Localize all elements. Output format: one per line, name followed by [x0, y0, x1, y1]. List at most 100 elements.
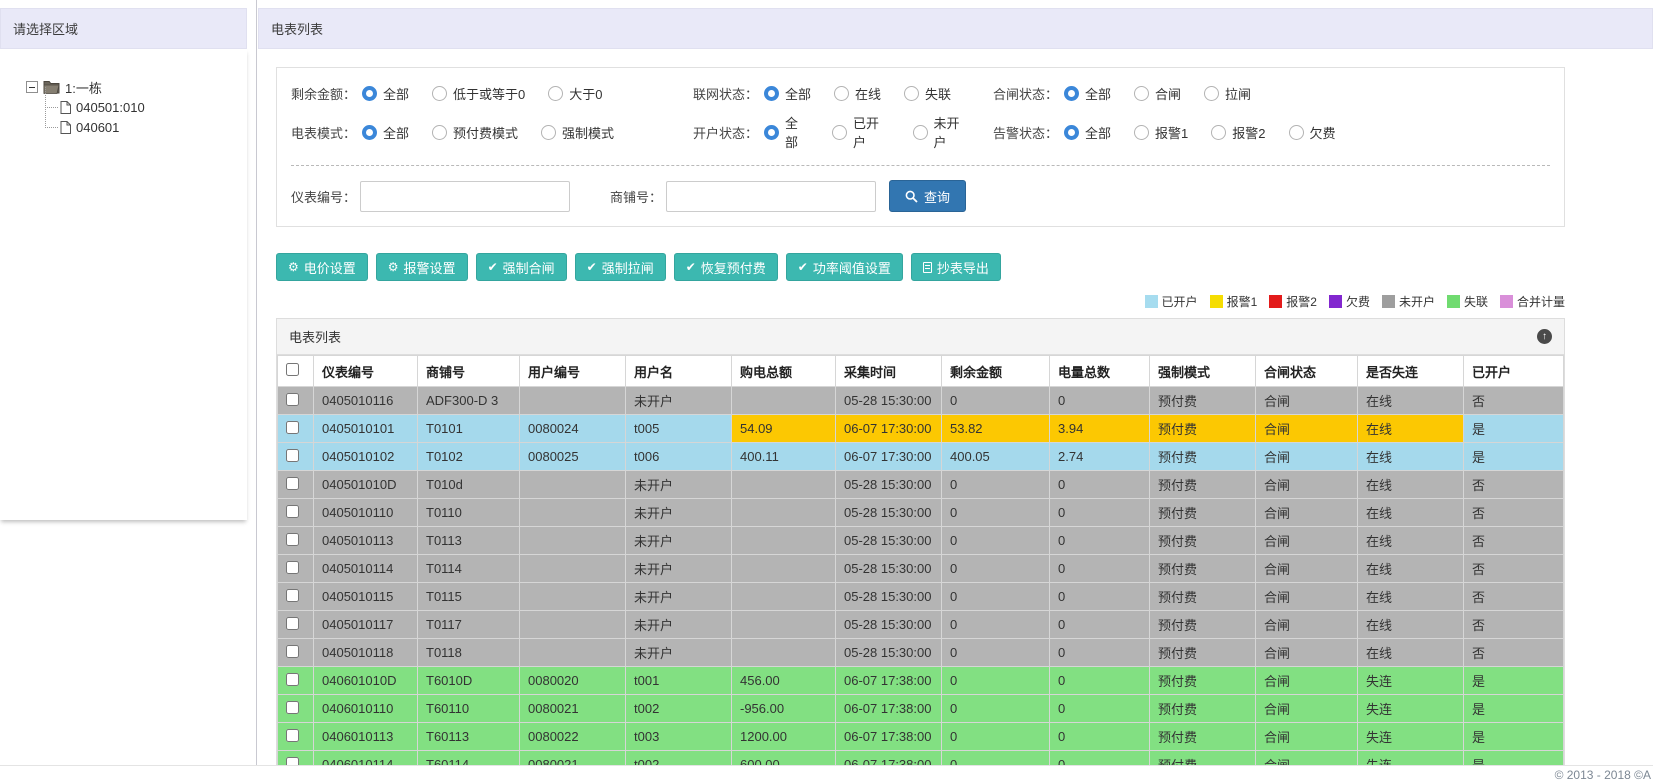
radio-icon[interactable]	[1134, 124, 1150, 140]
radio-icon[interactable]	[362, 124, 378, 140]
meter-no-input[interactable]	[360, 180, 571, 212]
table-cell: 0405010114	[313, 554, 418, 583]
radio-icon[interactable]	[1134, 86, 1150, 101]
radio-label: 合闸	[1155, 87, 1182, 102]
table-cell	[731, 498, 836, 527]
radio-alarm-status-1[interactable]: 报警1	[1134, 123, 1188, 142]
filter-divider	[291, 165, 1550, 166]
collapse-panel-icon[interactable]: ↑	[1537, 329, 1552, 344]
legend-swatch	[1269, 295, 1283, 308]
tree-collapse-icon[interactable]	[26, 81, 38, 93]
tree-node[interactable]: 040601	[44, 107, 247, 137]
row-checkbox[interactable]	[286, 672, 299, 686]
radio-gate-status-0[interactable]: 全部	[1064, 84, 1111, 103]
select-all-checkbox[interactable]	[286, 363, 299, 376]
radio-gate-status-2[interactable]: 拉闸	[1204, 84, 1251, 103]
tree-root-node[interactable]: 1:一栋	[26, 77, 247, 97]
action-button-label: 抄表导出	[936, 260, 989, 276]
radio-meter-mode-2[interactable]: 强制模式	[541, 123, 614, 142]
row-checkbox[interactable]	[286, 420, 299, 434]
row-checkbox[interactable]	[286, 560, 299, 574]
radio-icon[interactable]	[1064, 86, 1080, 101]
radio-icon[interactable]	[548, 86, 564, 101]
copyright-text: © 2013 - 2018 ©A	[1554, 768, 1651, 782]
radio-icon[interactable]	[832, 124, 848, 140]
action-button-2[interactable]: ✔ 强制合闸	[475, 253, 567, 281]
radio-account-status-0[interactable]: 全部	[764, 113, 809, 151]
radio-alarm-status-3[interactable]: 欠费	[1288, 123, 1336, 142]
radio-icon[interactable]	[764, 124, 780, 140]
row-checkbox[interactable]	[286, 532, 299, 546]
row-checkbox[interactable]	[286, 504, 299, 518]
action-button-5[interactable]: ✔ 功率阈值设置	[785, 253, 903, 281]
row-select-cell	[277, 694, 314, 723]
radio-icon[interactable]	[432, 86, 448, 101]
radio-account-status-2[interactable]: 未开户	[912, 113, 970, 151]
shop-no-input[interactable]	[666, 180, 877, 212]
table-cell: 05-28 15:30:00	[835, 610, 942, 639]
table-cell	[519, 498, 626, 527]
radio-icon[interactable]	[541, 124, 557, 140]
radio-icon[interactable]	[834, 86, 850, 101]
sidebar: 请选择区域 1:一栋 040501:010 040601	[0, 0, 257, 784]
radio-icon[interactable]	[1064, 124, 1080, 140]
row-checkbox[interactable]	[286, 476, 299, 490]
radio-account-status-1[interactable]: 已开户	[832, 113, 889, 151]
radio-icon[interactable]	[904, 86, 920, 101]
row-checkbox[interactable]	[286, 728, 299, 742]
legend-swatch	[1446, 295, 1460, 308]
table-cell: 未开户	[625, 610, 732, 639]
radio-network-status-1[interactable]: 在线	[834, 84, 881, 103]
row-checkbox[interactable]	[286, 644, 299, 658]
table-cell: 400.11	[731, 442, 836, 471]
radio-remaining-amount-2[interactable]: 大于0	[548, 84, 603, 103]
table-cell: 0405010110	[313, 498, 418, 527]
legend-item: 已开户	[1144, 293, 1198, 310]
filter-group-network-status: 联网状态： 全部 在线 失联	[693, 84, 993, 103]
radio-gate-status-1[interactable]: 合闸	[1134, 84, 1181, 103]
row-checkbox[interactable]	[286, 448, 299, 462]
action-button-4[interactable]: ✔ 恢复预付费	[673, 253, 778, 281]
radio-alarm-status-2[interactable]: 报警2	[1211, 123, 1266, 142]
table-cell: 3.94	[1049, 414, 1150, 443]
table-cell: 否	[1463, 470, 1564, 499]
radio-label: 全部	[383, 125, 410, 141]
radio-icon[interactable]	[432, 124, 448, 140]
table-cell: 05-28 15:30:00	[835, 386, 942, 415]
radio-alarm-status-0[interactable]: 全部	[1064, 123, 1111, 142]
radio-meter-mode-1[interactable]: 预付费模式	[432, 123, 518, 142]
radio-icon[interactable]	[1211, 124, 1227, 140]
action-button-6[interactable]: 抄表导出	[910, 253, 1001, 281]
radio-icon[interactable]	[912, 124, 928, 140]
action-button-0[interactable]: ⚙ 电价设置	[276, 253, 368, 281]
legend-swatch	[1209, 295, 1223, 308]
radio-icon[interactable]	[1288, 124, 1304, 140]
action-button-1[interactable]: ⚙ 报警设置	[375, 253, 468, 281]
table-row: 0405010117 T0117 未开户 05-28 15:30:00 0 0 预付费 合闸在…	[277, 610, 1564, 639]
footer: © 2013 - 2018 ©A	[0, 765, 1653, 784]
row-checkbox[interactable]	[286, 392, 299, 406]
radio-remaining-amount-0[interactable]: 全部	[362, 84, 409, 103]
legend-item: 未开户	[1381, 293, 1435, 310]
table-cell: 在线	[1357, 582, 1464, 611]
radio-icon[interactable]	[362, 86, 378, 101]
row-checkbox[interactable]	[286, 700, 299, 714]
row-checkbox[interactable]	[286, 616, 299, 630]
radio-icon[interactable]	[764, 86, 780, 101]
action-button-3[interactable]: ✔ 强制拉闸	[574, 253, 666, 281]
radio-meter-mode-0[interactable]: 全部	[362, 123, 409, 142]
radio-remaining-amount-1[interactable]: 低于或等于0	[432, 84, 525, 103]
radio-label: 拉闸	[1225, 87, 1252, 102]
radio-network-status-2[interactable]: 失联	[904, 84, 951, 103]
tree-node[interactable]: 040501:010	[44, 87, 247, 117]
radio-icon[interactable]	[1204, 86, 1220, 101]
search-button[interactable]: 查询	[889, 180, 967, 212]
row-checkbox[interactable]	[286, 588, 299, 602]
row-select-cell	[277, 386, 314, 415]
table-cell: T0102	[417, 442, 520, 471]
table-cell: 0	[941, 694, 1050, 723]
table-cell: 合闸	[1255, 442, 1358, 471]
table-panel-header: 电表列表 ↑	[277, 319, 1564, 355]
table-header-row: 仪表编号 商铺号 用户编号 用户名 购电总额 采集时间 剩余金额 电量总数 强制模式 合闸状态 是否…	[277, 355, 1564, 387]
radio-network-status-0[interactable]: 全部	[764, 84, 811, 103]
